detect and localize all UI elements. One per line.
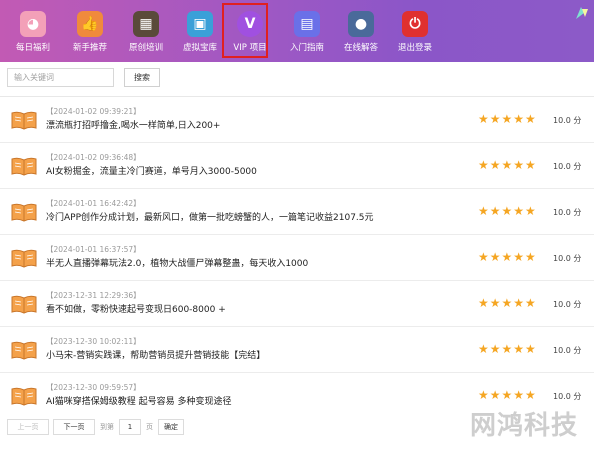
item-score: 10.0 分 [553,116,582,125]
nav-item-8[interactable]: ⏻ 退出登录 [387,0,443,62]
item-date: 【2024-01-02 09:36:48】 [46,153,141,162]
item-date: 【2024-01-01 16:37:57】 [46,245,141,254]
nav-item-label: 虚拟宝库 [182,43,217,53]
list-item[interactable]: 【2024-01-02 09:39:21】漂流瓶打招呼撸金,喝水一样简单,日入2… [0,97,594,143]
list-item[interactable]: 【2024-01-01 16:37:57】半无人直播弹幕玩法2.0，植物大战僵尸… [0,235,594,281]
item-score: 10.0 分 [553,300,582,309]
top-nav-bar: ◕ 每日福利 👍 新手推荐 ▦ 原创培训 ▣ 虚拟宝库 V VIP 项目 ▤ 入门指南 ● 在线解答 ⏻ 退出… [0,0,594,62]
star-rating: ★★★★★ [478,296,537,310]
nav-item-7[interactable]: ● 在线解答 [333,0,389,62]
open-book-icon [11,203,37,222]
power-icon: ⏻ [402,11,428,37]
next-page-button[interactable]: 下一页 [53,419,95,435]
open-book-icon [11,111,37,130]
star-rating: ★★★★★ [478,158,537,172]
corner-brand-icon[interactable] [574,5,590,21]
nav-item-label: 原创培训 [128,43,163,53]
item-score: 10.0 分 [553,208,582,217]
page-number-input[interactable]: 1 [119,419,141,435]
pagination: 上一页 下一页 到第 1 页 确定 [7,419,184,435]
item-title[interactable]: 看不如做，零粉快速起号变现日600-8000 + [46,302,226,315]
vip-highlight-frame [222,3,268,58]
open-book-icon [11,295,37,314]
item-title[interactable]: 小马宋-营销实践课，帮助营销员提升营销技能【完结】 [46,348,265,361]
nav-item-1[interactable]: ◕ 每日福利 [5,0,61,62]
star-rating: ★★★★★ [478,342,537,356]
nav-item-label: 退出登录 [397,43,432,53]
nav-item-label: 新手推荐 [72,43,107,53]
list-item[interactable]: 【2024-01-02 09:36:48】 AI女粉掘金，流量主冷门赛道，单号月入… [0,143,594,189]
item-score: 10.0 分 [553,254,582,263]
nav-item-label: 入门指南 [289,43,324,53]
item-score: 10.0 分 [553,392,582,401]
list-item[interactable]: 【2023-12-30 10:02:11】小马宋-营销实践课，帮助营销员提升营销… [0,327,594,373]
star-rating: ★★★★★ [478,250,537,264]
item-title[interactable]: 半无人直播弹幕玩法2.0，植物大战僵尸弹幕整蛊，每天收入1000 [46,256,308,269]
open-book-icon [11,249,37,268]
guide-book-icon: ▤ [294,11,320,37]
treasure-box-icon: ▣ [187,11,213,37]
item-title[interactable]: AI猫咪穿搭保姆级教程 起号容易 多种变现途径 [46,394,232,407]
page-unit-label: 页 [146,423,153,431]
nav-item-2[interactable]: 👍 新手推荐 [62,0,118,62]
nav-item-label: 在线解答 [343,43,378,53]
open-book-icon [11,341,37,360]
prev-page-button[interactable]: 上一页 [7,419,49,435]
open-book-icon [11,387,37,406]
item-score: 10.0 分 [553,346,582,355]
star-rating: ★★★★★ [478,388,537,402]
chalkboard-icon: ▦ [133,11,159,37]
support-agent-icon: ● [348,11,374,37]
item-date: 【2024-01-02 09:39:21】 [46,107,141,116]
nav-item-3[interactable]: ▦ 原创培训 [118,0,174,62]
thumbs-up-icon: 👍 [77,11,103,37]
list-item[interactable]: 【2023-12-31 12:29:36】看不如做，零粉快速起号变现日600-8… [0,281,594,327]
search-input[interactable]: 输入关键词 [7,68,114,87]
confirm-page-button[interactable]: 确定 [158,419,184,435]
item-score: 10.0 分 [553,162,582,171]
star-rating: ★★★★★ [478,112,537,126]
goto-label: 到第 [100,423,114,431]
star-rating: ★★★★★ [478,204,537,218]
open-book-icon [11,157,37,176]
item-title[interactable]: 冷门APP创作分成计划，最新风口，做第一批吃螃蟹的人，一篇笔记收益2107.5元 [46,210,374,223]
item-date: 【2023-12-31 12:29:36】 [46,291,141,300]
article-list: 【2024-01-02 09:39:21】漂流瓶打招呼撸金,喝水一样简单,日入2… [0,96,594,410]
item-date: 【2024-01-01 16:42:42】 [46,199,141,208]
item-title[interactable]: 漂流瓶打招呼撸金,喝水一样简单,日入200+ [46,118,220,131]
search-button[interactable]: 搜索 [124,68,160,87]
item-title[interactable]: AI女粉掘金，流量主冷门赛道，单号月入3000-5000 [46,164,257,177]
cat-face-icon: ◕ [20,11,46,37]
nav-item-4[interactable]: ▣ 虚拟宝库 [172,0,228,62]
nav-item-label: 每日福利 [15,43,50,53]
list-item[interactable]: 【2024-01-01 16:42:42】冷门APP创作分成计划，最新风口，做第… [0,189,594,235]
item-date: 【2023-12-30 09:59:57】 [46,383,141,392]
item-date: 【2023-12-30 10:02:11】 [46,337,141,346]
watermark: 网鸿科技 [470,411,579,441]
nav-item-6[interactable]: ▤ 入门指南 [279,0,335,62]
